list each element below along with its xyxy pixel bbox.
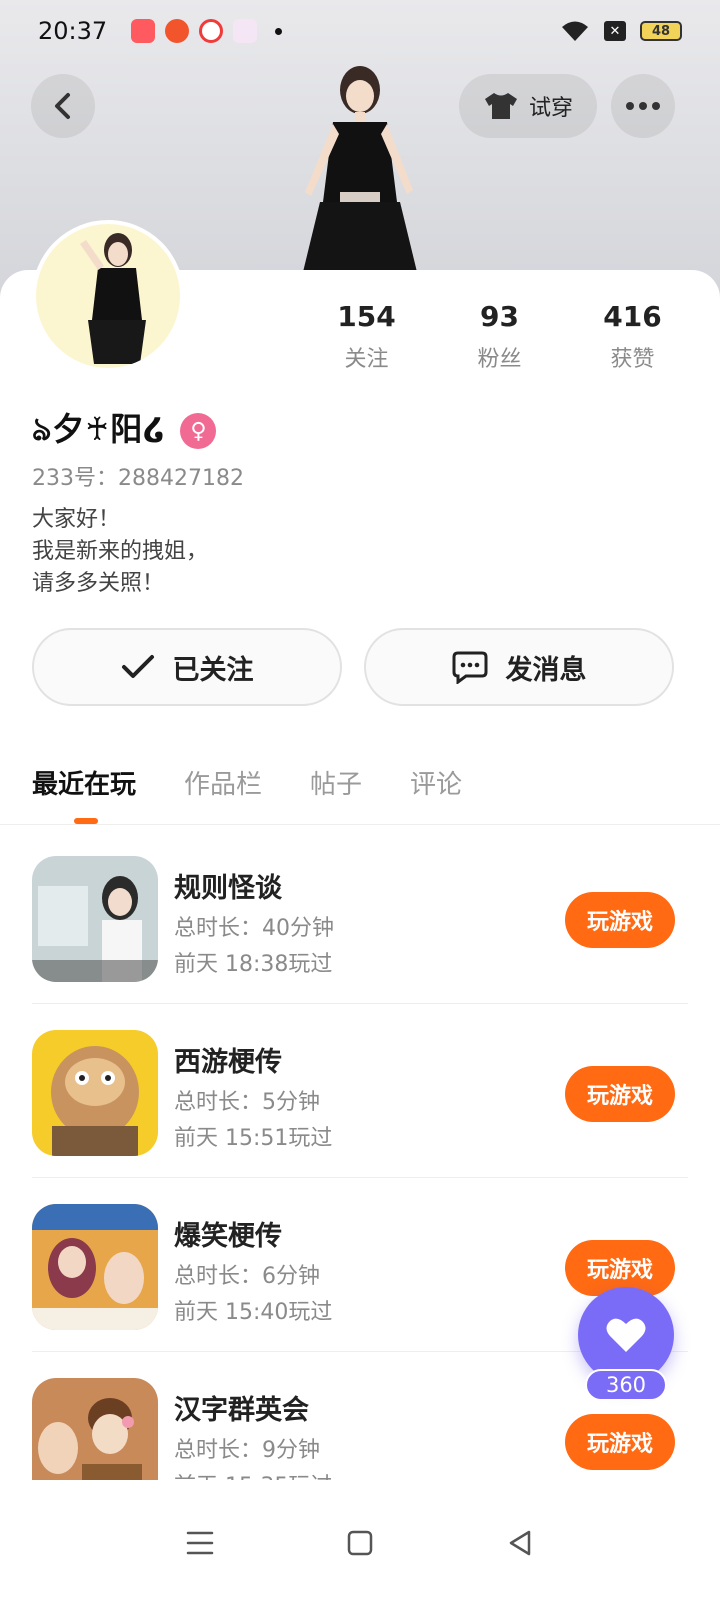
more-options-button[interactable] bbox=[611, 74, 675, 138]
stat-likes[interactable]: 416 获赞 bbox=[566, 300, 699, 373]
game-title: 汉字群英会 bbox=[174, 1395, 309, 1426]
video-app-icon bbox=[199, 19, 224, 43]
chat-bubble-icon bbox=[452, 651, 487, 684]
back-button[interactable] bbox=[31, 74, 95, 138]
heart-icon bbox=[606, 1318, 646, 1352]
game-last-played: 前天 15:51玩过 bbox=[174, 1126, 333, 1151]
home-square-icon[interactable] bbox=[346, 1529, 374, 1557]
tab-recently-played[interactable]: 最近在玩 bbox=[32, 764, 136, 801]
following-count: 154 bbox=[337, 300, 396, 333]
shirt-icon bbox=[484, 93, 517, 119]
game-last-played: 前天 15:40玩过 bbox=[174, 1300, 333, 1325]
likes-label: 获赞 bbox=[610, 347, 655, 372]
followed-button[interactable]: 已关注 bbox=[32, 628, 342, 706]
game-cover bbox=[32, 1204, 158, 1330]
game-title: 规则怪谈 bbox=[174, 873, 282, 904]
stat-following[interactable]: 154 关注 bbox=[300, 300, 433, 373]
game-duration: 总时长：40分钟 bbox=[174, 916, 334, 941]
game-duration: 总时长：5分钟 bbox=[174, 1090, 320, 1115]
play-game-button[interactable]: 玩游戏 bbox=[565, 1414, 675, 1470]
game-cover bbox=[32, 856, 158, 982]
fans-label: 粉丝 bbox=[477, 347, 522, 372]
bio-line: 我是新来的拽姐， bbox=[32, 539, 209, 564]
battery-icon: 48 bbox=[640, 21, 682, 41]
status-app-icons bbox=[131, 19, 283, 43]
bio-line: 请多多关照！ bbox=[32, 571, 165, 596]
tab-comments[interactable]: 评论 bbox=[410, 764, 462, 801]
more-notifications-icon bbox=[275, 27, 283, 35]
check-icon bbox=[121, 655, 154, 678]
send-message-button[interactable]: 发消息 bbox=[364, 628, 674, 706]
wifi-icon bbox=[562, 21, 588, 41]
game-cover bbox=[32, 1378, 158, 1480]
tabs-divider bbox=[0, 824, 720, 825]
profile-stats: 154 关注 93 粉丝 416 获赞 bbox=[300, 300, 720, 373]
play-game-button[interactable]: 玩游戏 bbox=[565, 1066, 675, 1122]
game-last-played: 前天 18:38玩过 bbox=[174, 952, 333, 977]
following-label: 关注 bbox=[344, 347, 389, 372]
pink-app-icon bbox=[233, 19, 258, 43]
try-on-button[interactable]: 试穿 bbox=[459, 74, 597, 138]
stat-fans[interactable]: 93 粉丝 bbox=[433, 300, 566, 373]
profile-avatar[interactable] bbox=[32, 220, 184, 372]
female-gender-icon: ♀ bbox=[180, 413, 217, 449]
game-cover bbox=[32, 1030, 158, 1156]
game-last-played: 前天 15:35玩过 bbox=[174, 1468, 332, 1480]
nickname-row: ঌ夕♰阳໒ ♀ bbox=[32, 404, 217, 458]
bio: 大家好！ 我是新来的拽姐， 请多多关照！ bbox=[32, 504, 208, 600]
followed-label: 已关注 bbox=[172, 654, 254, 686]
game-title: 爆笑梗传 bbox=[174, 1221, 282, 1252]
user-id: 233号：288427182 bbox=[32, 466, 244, 491]
game-item[interactable]: 规则怪谈 总时长：40分钟 前天 18:38玩过 玩游戏 bbox=[0, 830, 720, 1004]
send-message-label: 发消息 bbox=[505, 654, 587, 686]
bio-line: 大家好！ bbox=[32, 507, 121, 532]
likes-count: 416 bbox=[603, 300, 662, 333]
no-sim-icon: ✕ bbox=[604, 21, 626, 41]
game-duration: 总时长：6分钟 bbox=[174, 1264, 320, 1289]
play-game-button[interactable]: 玩游戏 bbox=[565, 892, 675, 948]
status-indicators: ✕ 48 bbox=[560, 19, 682, 43]
tab-works[interactable]: 作品栏 bbox=[184, 764, 262, 801]
profile-tabs: 最近在玩 作品栏 帖子 评论 bbox=[32, 764, 462, 801]
taobao-icon bbox=[165, 19, 190, 43]
back-triangle-icon[interactable] bbox=[506, 1529, 534, 1557]
more-dots-icon bbox=[626, 102, 660, 110]
game-item[interactable]: 西游梗传 总时长：5分钟 前天 15:51玩过 玩游戏 bbox=[0, 1004, 720, 1178]
avatar-3d-figure bbox=[303, 66, 417, 272]
status-bar: 20:37 ✕ 48 bbox=[0, 0, 720, 62]
game-duration: 总时长：9分钟 bbox=[174, 1438, 320, 1463]
avatar-image bbox=[36, 224, 180, 368]
status-time: 20:37 bbox=[38, 17, 108, 45]
try-on-label: 试穿 bbox=[528, 96, 573, 121]
kuaishou-icon bbox=[131, 19, 156, 43]
menu-icon[interactable] bbox=[186, 1530, 214, 1556]
fans-count: 93 bbox=[480, 300, 519, 333]
game-title: 西游梗传 bbox=[174, 1047, 282, 1078]
nickname: ঌ夕♰阳໒ bbox=[32, 410, 167, 448]
like-count-badge: 360 bbox=[585, 1369, 667, 1401]
tab-posts[interactable]: 帖子 bbox=[310, 764, 362, 801]
system-navigation-bar bbox=[0, 1485, 720, 1600]
chevron-left-icon bbox=[55, 93, 70, 119]
